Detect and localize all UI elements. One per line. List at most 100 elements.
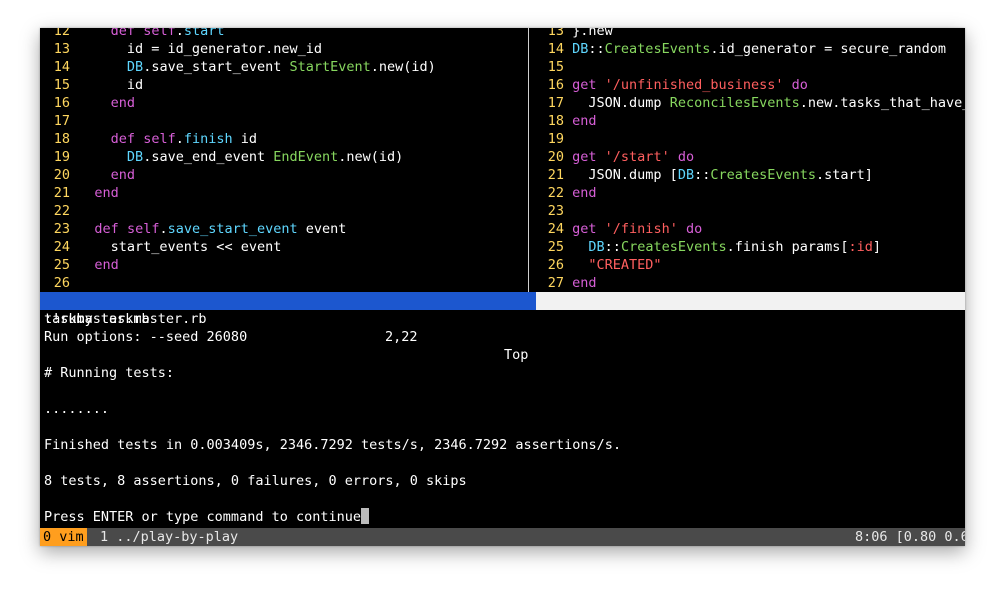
tmux-session-badge[interactable]: 0 vim [40, 528, 87, 546]
code-line[interactable]: 15 [536, 58, 965, 76]
code-text: get '/finish' do [572, 221, 703, 237]
code-line[interactable]: 18 end [536, 112, 965, 130]
line-number: 23 [53, 221, 70, 237]
code-text: end [572, 113, 597, 129]
line-number: 24 [53, 239, 70, 255]
code-line[interactable]: 21 JSON.dump [DB::CreatesEvents.start] [536, 166, 965, 184]
line-number: 18 [547, 113, 564, 129]
output-line: 8 tests, 8 assertions, 0 failures, 0 err… [44, 473, 467, 489]
line-number: 22 [547, 185, 564, 201]
code-text: get '/unfinished_business' do [572, 77, 808, 93]
prompt-text: Press ENTER or type command to continue [44, 509, 361, 525]
line-number: 22 [53, 203, 70, 219]
code-line[interactable]: 23 def self.save_start_event event [40, 220, 530, 238]
output-line: Finished tests in 0.003409s, 2346.7292 t… [44, 437, 622, 453]
code-line[interactable]: 17 JSON.dump ReconcilesEvents.new.tasks_… [536, 94, 965, 112]
line-number: 13 [547, 28, 564, 39]
output-line: :!ruby taskmaster.rb [44, 311, 207, 327]
code-line[interactable]: 19 DB.save_end_event EndEvent.new(id) [40, 148, 530, 166]
code-text: def self.finish id [110, 131, 258, 147]
code-line[interactable]: 14 DB::CreatesEvents.id_generator = secu… [536, 40, 965, 58]
code-text: def self.start [110, 28, 225, 39]
line-number: 14 [547, 41, 564, 57]
code-text: def self.save_start_event event [94, 221, 347, 237]
code-line[interactable]: 25 DB::CreatesEvents.finish params[:id] [536, 238, 965, 256]
code-line[interactable]: 26 [40, 274, 530, 292]
code-text: }.new [572, 28, 613, 39]
code-line[interactable]: 12 def self.start [40, 28, 530, 40]
right-status-line: server.rb 18,1 [536, 292, 965, 345]
code-text: id = id_generator.new_id [78, 41, 322, 57]
line-number: 13 [53, 41, 70, 57]
code-text: DB::CreatesEvents.finish params[:id] [588, 239, 882, 255]
right-editor-pane[interactable]: 13 }.new 14 DB::CreatesEvents.id_generato… [536, 28, 965, 292]
vertical-split-divider [528, 28, 535, 292]
code-line[interactable]: 23 [536, 202, 965, 220]
code-line[interactable]: 25 end [40, 256, 530, 274]
line-number: 15 [53, 77, 70, 93]
code-line[interactable]: 22 end [536, 184, 965, 202]
code-text: DB::CreatesEvents.id_generator = secure_… [572, 41, 947, 57]
code-line[interactable]: 13 id = id_generator.new_id [40, 40, 530, 58]
code-text: end [94, 185, 119, 201]
code-text: JSON.dump ReconcilesEvents.new.tasks_tha… [572, 95, 965, 111]
output-line: ........ [44, 401, 110, 417]
code-text: end [110, 95, 136, 111]
code-line[interactable]: 27 end [536, 274, 965, 292]
tmux-window-tab[interactable]: 1 ../play-by-play [100, 528, 238, 546]
output-line: Run options: --seed 26080 [44, 329, 248, 345]
line-number: 17 [53, 113, 70, 129]
code-line[interactable]: 19 [536, 130, 965, 148]
line-number: 21 [53, 185, 70, 201]
code-text: JSON.dump [DB::CreatesEvents.start] [572, 167, 873, 183]
line-number: 21 [547, 167, 564, 183]
code-line[interactable]: 14 DB.save_start_event StartEvent.new(id… [40, 58, 530, 76]
code-line[interactable]: 16 get '/unfinished_business' do [536, 76, 965, 94]
code-text: end [572, 185, 597, 201]
code-line[interactable]: 20 end [40, 166, 530, 184]
code-line[interactable]: 17 [40, 112, 530, 130]
code-line[interactable]: 13 }.new [536, 28, 965, 40]
code-line[interactable]: 26 "CREATED" [536, 256, 965, 274]
code-line[interactable]: 18 def self.finish id [40, 130, 530, 148]
code-text: DB.save_end_event EndEvent.new(id) [126, 149, 404, 165]
code-text: id [78, 77, 144, 93]
line-number: 14 [53, 59, 70, 75]
code-line[interactable]: 16 end [40, 94, 530, 112]
line-number: 23 [547, 203, 564, 219]
code-line[interactable]: 20 get '/start' do [536, 148, 965, 166]
code-text: end [110, 167, 136, 183]
continue-prompt[interactable]: Press ENTER or type command to continue [44, 508, 959, 526]
code-line[interactable]: 22 [40, 202, 530, 220]
line-number: 26 [547, 257, 564, 273]
line-number: 18 [53, 131, 70, 147]
line-number: 27 [547, 275, 564, 291]
code-line[interactable]: 15 id [40, 76, 530, 94]
code-text: get '/start' do [572, 149, 695, 165]
code-text: end [94, 257, 119, 273]
line-number: 12 [53, 28, 70, 39]
terminal-window[interactable]: 12 def self.start 13 id = id_generator.ne… [40, 28, 965, 546]
line-number: 25 [53, 257, 70, 273]
code-line[interactable]: 24 get '/finish' do [536, 220, 965, 238]
left-editor-pane[interactable]: 12 def self.start 13 id = id_generator.ne… [40, 28, 530, 292]
tmux-status-bar: 0 vim 1 ../play-by-play 8:06 [0.80 0.6 [40, 528, 965, 546]
line-number: 26 [53, 275, 70, 291]
code-text: "CREATED" [588, 257, 662, 273]
code-text: end [572, 275, 597, 291]
line-number: 16 [547, 77, 564, 93]
code-line[interactable]: 24 start_events << event [40, 238, 530, 256]
command-output: :!ruby taskmaster.rb Run options: --seed … [44, 310, 959, 526]
code-line[interactable]: 21 end [40, 184, 530, 202]
code-text: DB.save_start_event StartEvent.new(id) [126, 59, 436, 75]
text-cursor [360, 508, 369, 524]
line-number: 16 [53, 95, 70, 111]
line-number: 17 [547, 95, 564, 111]
line-number: 15 [547, 59, 564, 75]
tmux-clock-load: 8:06 [0.80 0.6 [855, 529, 965, 545]
